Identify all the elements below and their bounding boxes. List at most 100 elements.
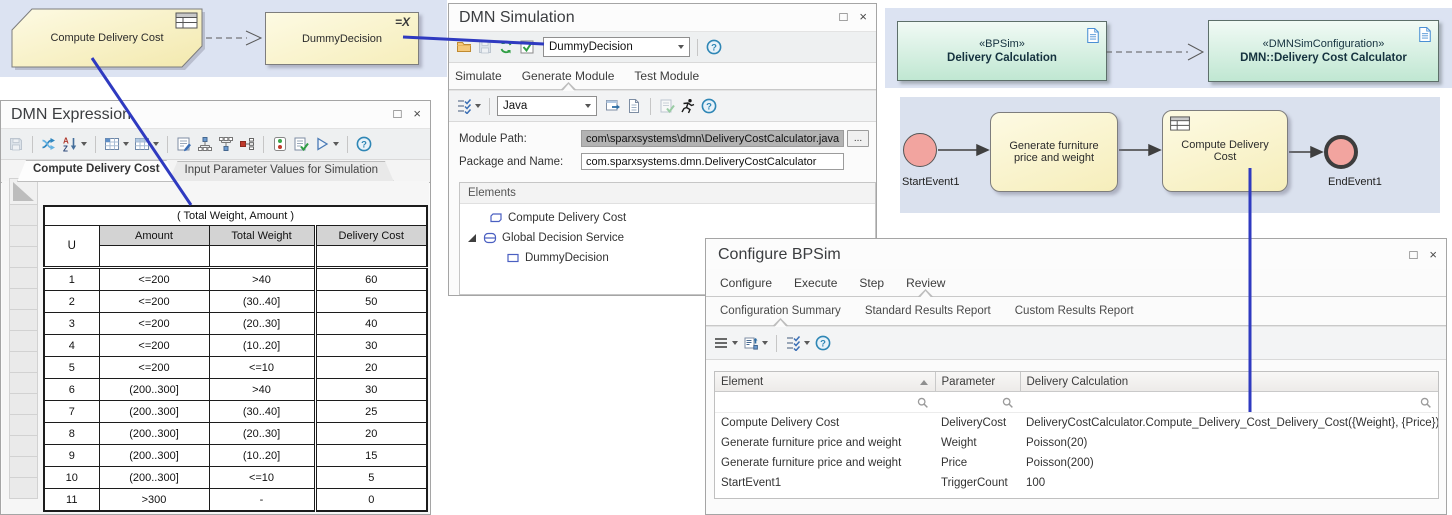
table-row[interactable]: Generate furniture price and weightWeigh…	[715, 433, 1438, 453]
magnifier-icon[interactable]	[721, 396, 929, 409]
float-window-icon[interactable]: □	[840, 10, 848, 24]
generate-script-icon[interactable]	[784, 334, 811, 352]
validate-icon[interactable]	[518, 38, 536, 56]
module-path-field[interactable]: com\sparxsystems\dmn\DeliveryCostCalcula…	[581, 130, 844, 147]
input-column-header[interactable]: Amount	[99, 226, 209, 246]
decision-table[interactable]: ( Total Weight, Amount )UAmountTotal Wei…	[43, 205, 428, 512]
rule-cell[interactable]: (200..300]	[99, 445, 209, 467]
rule-cell[interactable]: (200..300]	[99, 379, 209, 401]
rule-cell[interactable]: 25	[315, 401, 427, 423]
rule-number-cell[interactable]: 8	[44, 423, 99, 445]
folder-icon[interactable]	[455, 38, 473, 56]
sheet-tab-input-parameter-values-for-simulation[interactable]: Input Parameter Values for Simulation	[169, 161, 394, 182]
export-config-icon[interactable]	[742, 334, 769, 352]
generate-script-icon[interactable]	[455, 97, 482, 115]
document-icon[interactable]	[625, 97, 643, 115]
append-row-icon[interactable]	[238, 135, 256, 153]
sheet-corner-cell[interactable]	[9, 178, 38, 205]
rule-number-cell[interactable]: 6	[44, 379, 99, 401]
task-compute-delivery-cost[interactable]: Compute Delivery Cost	[1162, 110, 1288, 192]
decision-shape[interactable]: DummyDecision =X	[265, 12, 419, 65]
expander-icon[interactable]	[468, 234, 476, 242]
rule-number-cell[interactable]: 9	[44, 445, 99, 467]
rule-number-cell[interactable]: 7	[44, 401, 99, 423]
sheet-row-header[interactable]	[9, 205, 38, 226]
chevron-down-icon[interactable]	[333, 142, 339, 146]
table-row[interactable]: Compute Delivery CostDeliveryCostDeliver…	[715, 413, 1438, 434]
chevron-down-icon[interactable]	[804, 341, 810, 345]
cell-edit-icon[interactable]	[175, 135, 193, 153]
tab-test-module[interactable]: Test Module	[634, 69, 699, 83]
magnifier-icon[interactable]	[1026, 396, 1432, 409]
chevron-down-icon[interactable]	[678, 45, 684, 49]
dmnsim-configuration-artifact[interactable]: «DMNSimConfiguration» DMN::Delivery Cost…	[1208, 20, 1439, 82]
tab-generate-module[interactable]: Generate Module	[522, 69, 615, 83]
column-header-delivery-calculation[interactable]: Delivery Calculation	[1020, 372, 1438, 392]
browse-button[interactable]: ...	[847, 130, 869, 147]
rule-cell[interactable]: 20	[315, 357, 427, 379]
task-generate-furniture[interactable]: Generate furniture price and weight	[990, 112, 1118, 192]
sheet-row-header[interactable]	[9, 373, 38, 394]
chevron-down-icon[interactable]	[762, 341, 768, 345]
float-window-icon[interactable]: □	[1410, 248, 1418, 262]
sheet-row-header[interactable]	[9, 226, 38, 247]
rule-cell[interactable]: -	[209, 489, 315, 512]
sheet-row-header[interactable]	[9, 457, 38, 478]
output-column-header[interactable]: Delivery Cost	[315, 226, 427, 246]
magnifier-icon[interactable]	[941, 396, 1014, 409]
sheet-row-header[interactable]	[9, 478, 38, 499]
decision-combo[interactable]: DummyDecision	[543, 37, 690, 57]
chevron-down-icon[interactable]	[81, 142, 87, 146]
sheet-row-header[interactable]	[9, 415, 38, 436]
rule-cell[interactable]: 60	[315, 268, 427, 291]
rule-cell[interactable]: <=200	[99, 313, 209, 335]
float-window-icon[interactable]: □	[394, 107, 402, 121]
rule-cell[interactable]: (30..40]	[209, 401, 315, 423]
language-combo[interactable]: Java	[497, 96, 597, 116]
validate-code-icon[interactable]	[658, 97, 676, 115]
tab-review[interactable]: Review	[906, 276, 945, 290]
rule-cell[interactable]: (10..20]	[209, 335, 315, 357]
rule-cell[interactable]: (200..300]	[99, 467, 209, 489]
invocation-header[interactable]: ( Total Weight, Amount )	[44, 206, 427, 226]
rule-number-cell[interactable]: 2	[44, 291, 99, 313]
tab-configure[interactable]: Configure	[720, 276, 772, 290]
rule-cell[interactable]: 30	[315, 379, 427, 401]
rule-cell[interactable]: >40	[209, 379, 315, 401]
rule-cell[interactable]: 15	[315, 445, 427, 467]
rule-cell[interactable]: (30..40]	[209, 291, 315, 313]
package-name-field[interactable]: com.sparxsystems.dmn.DeliveryCostCalcula…	[581, 153, 844, 170]
end-event[interactable]	[1324, 135, 1358, 169]
sheet-row-header[interactable]	[9, 310, 38, 331]
dmn-connector[interactable]	[206, 31, 261, 45]
rule-cell[interactable]: (10..20]	[209, 445, 315, 467]
chevron-down-icon[interactable]	[475, 104, 481, 108]
menu-icon[interactable]	[712, 334, 739, 352]
close-icon[interactable]: ×	[413, 107, 421, 121]
tab-configuration-summary[interactable]: Configuration Summary	[720, 305, 841, 317]
rule-number-cell[interactable]: 10	[44, 467, 99, 489]
open-code-icon[interactable]	[604, 97, 622, 115]
chevron-down-icon[interactable]	[123, 142, 129, 146]
sheet-row-header[interactable]	[9, 352, 38, 373]
chevron-down-icon[interactable]	[153, 142, 159, 146]
rule-cell[interactable]: 30	[315, 335, 427, 357]
bpsim-artifact[interactable]: «BPSim» Delivery Calculation	[897, 21, 1107, 81]
sheet-row-header[interactable]	[9, 394, 38, 415]
sort-az-icon[interactable]: AZ	[61, 135, 88, 153]
rule-cell[interactable]: 50	[315, 291, 427, 313]
sheet-row-header[interactable]	[9, 289, 38, 310]
help-icon[interactable]: ?	[355, 135, 373, 153]
table-add-left-icon[interactable]	[103, 135, 130, 153]
close-icon[interactable]: ×	[1429, 248, 1437, 262]
run-icon[interactable]	[679, 97, 697, 115]
sheet-tab-compute-delivery-cost[interactable]: Compute Delivery Cost	[17, 160, 176, 182]
sheet-row-header[interactable]	[9, 268, 38, 289]
validate-sheet-icon[interactable]	[292, 135, 310, 153]
sheet-row-header[interactable]	[9, 331, 38, 352]
chevron-down-icon[interactable]	[732, 341, 738, 345]
play-icon[interactable]	[313, 135, 340, 153]
hit-policy-cell[interactable]: U	[44, 226, 99, 268]
rule-cell[interactable]: <=200	[99, 268, 209, 291]
rule-cell[interactable]: <=200	[99, 357, 209, 379]
